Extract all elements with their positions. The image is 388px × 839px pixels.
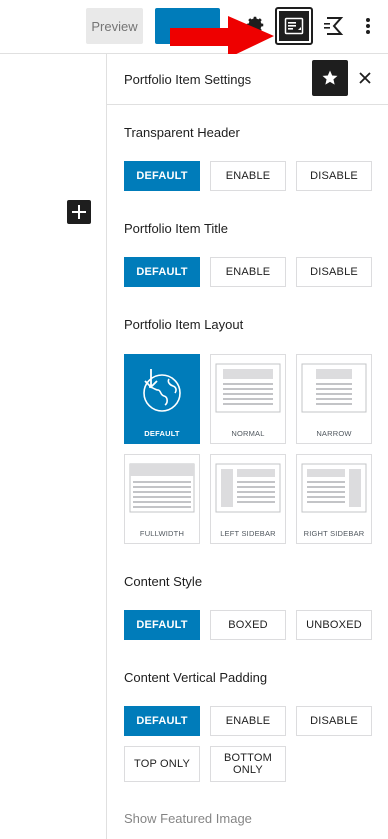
vertical-padding-label: Content Vertical Padding xyxy=(124,670,268,685)
layout-right-sidebar-icon xyxy=(301,463,367,513)
transparent-header-enable[interactable]: ENABLE xyxy=(210,161,286,191)
layout-option-label: FULLWIDTH xyxy=(139,529,185,538)
favorite-button[interactable] xyxy=(312,60,348,96)
globe-default-icon xyxy=(143,369,181,412)
layout-option-right-sidebar[interactable]: RIGHT SIDEBAR xyxy=(296,454,372,544)
panel-title: Portfolio Item Settings xyxy=(124,72,252,87)
item-title-default[interactable]: DEFAULT xyxy=(124,257,200,287)
close-icon[interactable] xyxy=(357,70,373,86)
more-vertical-icon[interactable] xyxy=(360,14,376,38)
layout-narrow-icon xyxy=(301,363,367,413)
layout-option-label: NARROW xyxy=(316,429,352,438)
content-style-label: Content Style xyxy=(124,574,203,589)
layout-option-left-sidebar[interactable]: LEFT SIDEBAR xyxy=(210,454,286,544)
layout-fullwidth-icon xyxy=(129,463,195,513)
editor-top-toolbar: Preview xyxy=(0,0,388,58)
item-title-label: Portfolio Item Title xyxy=(124,221,229,236)
transparent-header-disable[interactable]: DISABLE xyxy=(296,161,372,191)
item-title-enable[interactable]: ENABLE xyxy=(210,257,286,287)
layout-option-label: RIGHT SIDEBAR xyxy=(303,529,365,538)
layout-option-narrow[interactable]: NARROW xyxy=(296,354,372,444)
vertical-padding-enable[interactable]: ENABLE xyxy=(210,706,286,736)
layout-option-label: DEFAULT xyxy=(144,429,180,438)
vertical-padding-disable[interactable]: DISABLE xyxy=(296,706,372,736)
panel-header: Portfolio Item Settings xyxy=(107,54,388,105)
layout-normal-icon xyxy=(215,363,281,413)
preview-button[interactable]: Preview xyxy=(86,8,143,44)
portfolio-settings-panel: Portfolio Item Settings Transparent Head… xyxy=(106,54,388,839)
layout-option-default[interactable]: DEFAULT xyxy=(124,354,200,444)
vertical-padding-top-only[interactable]: TOP ONLY xyxy=(124,746,200,782)
item-layout-label: Portfolio Item Layout xyxy=(124,317,244,332)
vertical-padding-default[interactable]: DEFAULT xyxy=(124,706,200,736)
layout-option-label: LEFT SIDEBAR xyxy=(220,529,276,538)
layout-left-sidebar-icon xyxy=(215,463,281,513)
transparent-header-default[interactable]: DEFAULT xyxy=(124,161,200,191)
sidebar-settings-icon xyxy=(284,17,304,35)
vertical-padding-bottom-only[interactable]: BOTTOM ONLY xyxy=(210,746,286,782)
plus-icon xyxy=(72,205,86,219)
add-block-button[interactable] xyxy=(67,200,91,224)
item-title-disable[interactable]: DISABLE xyxy=(296,257,372,287)
content-style-unboxed[interactable]: UNBOXED xyxy=(296,610,372,640)
layout-option-normal[interactable]: NORMAL xyxy=(210,354,286,444)
transparent-header-label: Transparent Header xyxy=(124,125,240,140)
layout-option-fullwidth[interactable]: FULLWIDTH xyxy=(124,454,200,544)
content-style-default[interactable]: DEFAULT xyxy=(124,610,200,640)
star-icon xyxy=(322,70,338,85)
plugin-icon[interactable] xyxy=(322,14,346,38)
content-style-boxed[interactable]: BOXED xyxy=(210,610,286,640)
show-featured-image-label: Show Featured Image xyxy=(124,811,252,826)
layout-option-label: NORMAL xyxy=(231,429,265,438)
settings-sidebar-toggle-button[interactable] xyxy=(275,7,313,45)
